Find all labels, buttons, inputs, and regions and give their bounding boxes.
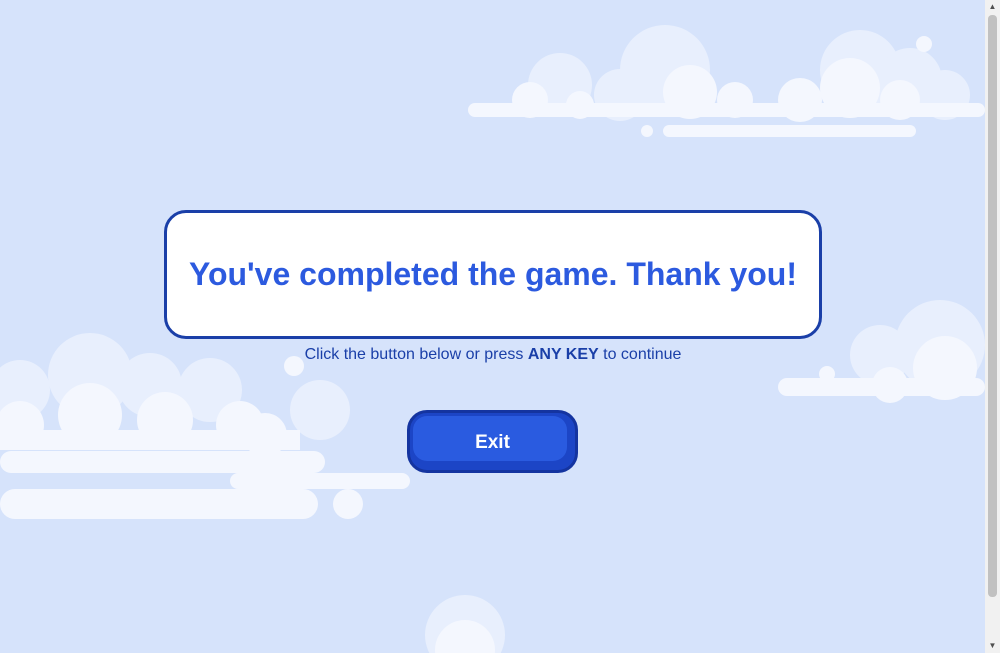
scroll-down-icon[interactable]: ▼ <box>985 639 1000 653</box>
continue-hint: Click the button below or press ANY KEY … <box>164 346 822 364</box>
exit-button-label: Exit <box>475 432 510 453</box>
vertical-scrollbar[interactable]: ▲ ▼ <box>985 0 1000 653</box>
exit-button[interactable]: Exit <box>407 410 578 473</box>
completion-dialog: You've completed the game. Thank you! <box>164 210 822 339</box>
front-clouds <box>0 36 985 653</box>
completion-message: You've completed the game. Thank you! <box>188 256 797 292</box>
scroll-thumb[interactable] <box>988 15 997 597</box>
hint-suffix: to continue <box>603 346 682 363</box>
back-clouds <box>0 25 985 653</box>
game-screen: You've completed the game. Thank you! Cl… <box>0 0 985 653</box>
hint-prefix: Click the button below or press <box>304 346 524 363</box>
hint-key: ANY KEY <box>527 346 599 363</box>
scroll-up-icon[interactable]: ▲ <box>985 0 1000 14</box>
